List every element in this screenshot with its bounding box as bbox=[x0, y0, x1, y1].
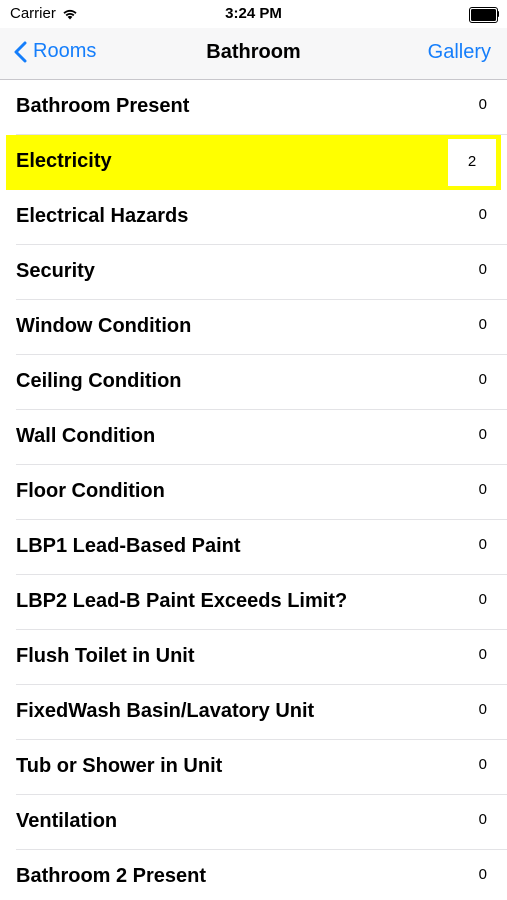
list-item-value: 0 bbox=[478, 646, 487, 663]
list-item-tub-shower[interactable]: Tub or Shower in Unit 0 bbox=[0, 740, 507, 795]
list-item-value: 0 bbox=[478, 811, 487, 828]
list-item-electrical-hazards[interactable]: Electrical Hazards 0 bbox=[0, 190, 507, 245]
navigation-bar: Rooms Bathroom Gallery bbox=[0, 28, 507, 80]
list-item-value: 0 bbox=[478, 316, 487, 333]
list-item-value: 0 bbox=[478, 481, 487, 498]
list-item-label: Window Condition bbox=[16, 315, 192, 337]
list-item-value: 0 bbox=[478, 536, 487, 553]
list-item-ventilation[interactable]: Ventilation 0 bbox=[0, 795, 507, 850]
list-item-label: LBP1 Lead-Based Paint bbox=[16, 535, 241, 557]
list-item-label: Bathroom 2 Present bbox=[16, 865, 207, 887]
list-item-lbp2[interactable]: LBP2 Lead-B Paint Exceeds Limit? 0 bbox=[0, 575, 507, 630]
battery-icon bbox=[469, 7, 499, 23]
gallery-button[interactable]: Gallery bbox=[428, 41, 491, 64]
list-item-floor-condition[interactable]: Floor Condition 0 bbox=[0, 465, 507, 520]
list-item-flush-toilet[interactable]: Flush Toilet in Unit 0 bbox=[0, 630, 507, 685]
list-item-label: Floor Condition bbox=[16, 480, 165, 502]
list-item-value: 0 bbox=[478, 756, 487, 773]
list-item-label: Electrical Hazards bbox=[16, 205, 189, 227]
list-item-label: Electricity bbox=[16, 150, 112, 172]
list-item-value: 0 bbox=[478, 866, 487, 883]
list-item-label: Ventilation bbox=[16, 810, 118, 832]
list-item-electricity[interactable]: Electricity 2 bbox=[0, 135, 507, 190]
list-item-value: 0 bbox=[478, 261, 487, 278]
list-item-label: Bathroom Present bbox=[16, 95, 190, 117]
list-item-value: 0 bbox=[478, 206, 487, 223]
list-item-window-condition[interactable]: Window Condition 0 bbox=[0, 300, 507, 355]
list-item-security[interactable]: Security 0 bbox=[0, 245, 507, 300]
list-item-label: FixedWash Basin/Lavatory Unit bbox=[16, 700, 315, 722]
list-item-lbp1[interactable]: LBP1 Lead-Based Paint 0 bbox=[0, 520, 507, 575]
list-item-label: Ceiling Condition bbox=[16, 370, 182, 392]
list-item-ceiling-condition[interactable]: Ceiling Condition 0 bbox=[0, 355, 507, 410]
inspection-list: Bathroom Present 0 Electricity 2 Electri… bbox=[0, 80, 507, 900]
status-bar: Carrier 3:24 PM bbox=[0, 0, 507, 28]
list-item-value[interactable]: 2 bbox=[448, 153, 496, 170]
list-item-wash-basin[interactable]: FixedWash Basin/Lavatory Unit 0 bbox=[0, 685, 507, 740]
list-item-bathroom-present[interactable]: Bathroom Present 0 bbox=[0, 80, 507, 135]
list-item-bathroom-2-present[interactable]: Bathroom 2 Present 0 bbox=[0, 850, 507, 900]
status-time: 3:24 PM bbox=[225, 5, 282, 22]
list-item-label: Flush Toilet in Unit bbox=[16, 645, 195, 667]
list-item-label: LBP2 Lead-B Paint Exceeds Limit? bbox=[16, 590, 348, 612]
list-item-label: Tub or Shower in Unit bbox=[16, 755, 223, 777]
list-item-label: Security bbox=[16, 260, 95, 282]
list-item-value: 0 bbox=[478, 426, 487, 443]
list-item-value: 0 bbox=[478, 371, 487, 388]
list-item-label: Wall Condition bbox=[16, 425, 156, 447]
list-item-value: 0 bbox=[478, 591, 487, 608]
list-item-value: 0 bbox=[478, 701, 487, 718]
list-item-wall-condition[interactable]: Wall Condition 0 bbox=[0, 410, 507, 465]
screen: Carrier 3:24 PM Rooms Bathroom Gallery B… bbox=[0, 0, 507, 900]
list-item-value: 0 bbox=[478, 96, 487, 113]
